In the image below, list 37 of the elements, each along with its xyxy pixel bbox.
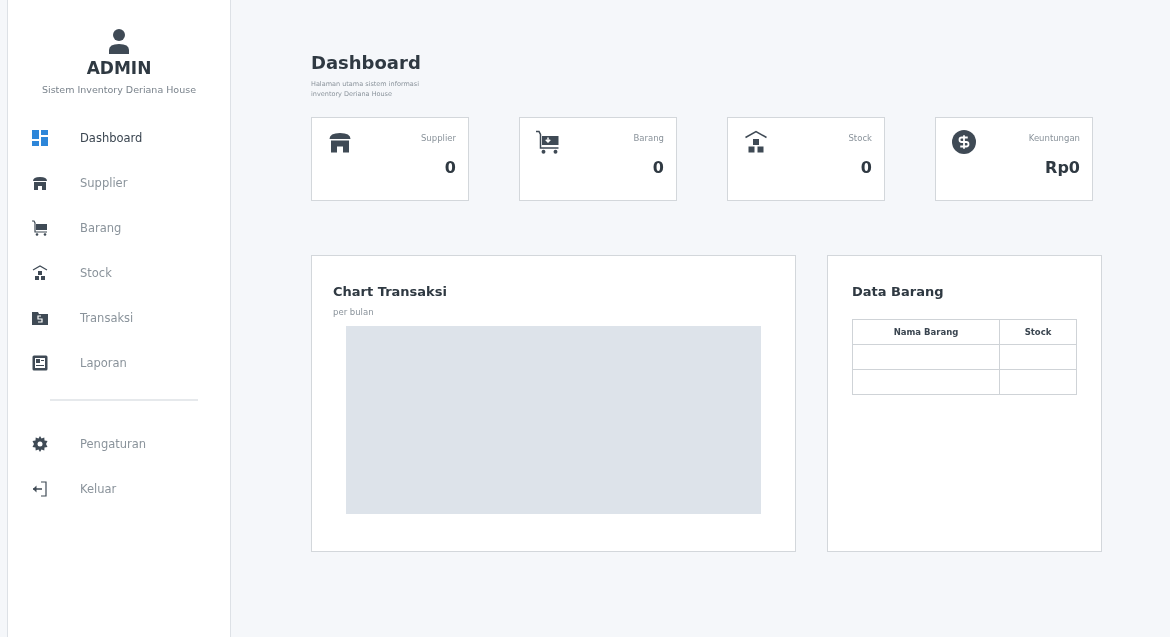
money-folder-icon xyxy=(32,309,48,326)
stat-label: Keuntungan xyxy=(1028,133,1080,143)
column-header: Nama Barang xyxy=(852,319,1000,345)
column-header: Stock xyxy=(999,319,1077,345)
store-icon xyxy=(328,130,352,154)
app-subtitle: Sistem Inventory Deriana House xyxy=(42,84,196,95)
stat-value: 0 xyxy=(652,158,664,177)
user-name: ADMIN xyxy=(86,58,152,78)
dashboard-icon xyxy=(32,129,48,146)
page-title: Dashboard xyxy=(311,52,422,73)
nav-item[interactable]: Dashboard xyxy=(32,115,230,160)
nav-item[interactable]: Pengaturan xyxy=(32,421,230,466)
stat-label: Barang xyxy=(633,133,664,143)
nav-item[interactable]: Keluar xyxy=(32,466,230,511)
nav-item[interactable]: Stock xyxy=(32,250,230,295)
cart-icon xyxy=(536,130,560,154)
stat-value: 0 xyxy=(444,158,456,177)
stat-label: Supplier xyxy=(420,133,456,143)
stat-value: 0 xyxy=(860,158,872,177)
nav-item[interactable]: Supplier xyxy=(32,160,230,205)
panel-title: Data Barang xyxy=(852,284,945,299)
user-avatar-icon xyxy=(108,28,130,54)
nav-item[interactable]: Barang xyxy=(32,205,230,250)
panel-title: Chart Transaksi xyxy=(333,284,448,299)
panel-subtitle: per bulan xyxy=(333,307,375,317)
stat-label: Stock xyxy=(848,133,872,143)
nav-item[interactable]: Transaksi xyxy=(32,295,230,340)
store-icon xyxy=(32,174,48,191)
settings-icon xyxy=(32,435,48,452)
cart-icon xyxy=(32,219,48,236)
dollar-coin-icon xyxy=(952,130,976,154)
nav-item[interactable]: Laporan xyxy=(32,340,230,385)
warehouse-icon xyxy=(32,264,48,281)
report-icon xyxy=(32,354,48,371)
warehouse-icon xyxy=(744,130,768,154)
stat-value: Rp0 xyxy=(1045,158,1080,177)
logout-icon xyxy=(32,480,48,497)
